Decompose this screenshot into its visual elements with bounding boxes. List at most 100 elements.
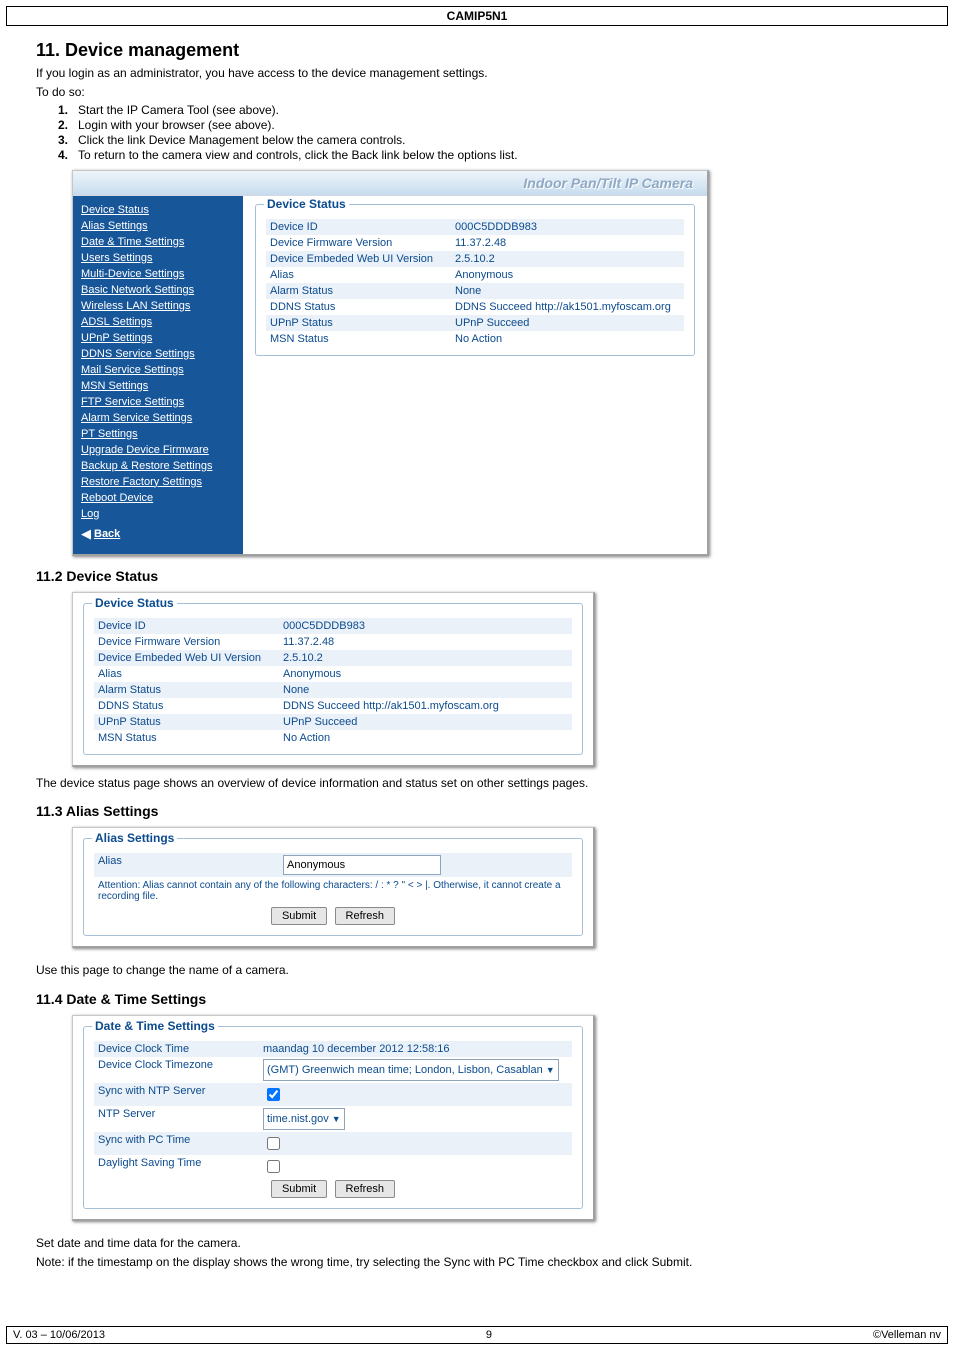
row-key: Device Embeded Web UI Version: [266, 253, 455, 265]
sidebar-item-wireless-lan-settings[interactable]: Wireless LAN Settings: [73, 298, 243, 314]
sidebar-item-date-time-settings[interactable]: Date & Time Settings: [73, 234, 243, 250]
row-key: Alarm Status: [94, 684, 283, 696]
row-value: No Action: [455, 333, 684, 345]
screenshot-device-management: Indoor Pan/Tilt IP Camera Device Status …: [72, 170, 709, 556]
header-model-box: CAMIP5N1: [6, 6, 948, 26]
row-key: Device Firmware Version: [94, 636, 283, 648]
row-key: Device ID: [266, 221, 455, 233]
sidebar-item-mail-service-settings[interactable]: Mail Service Settings: [73, 362, 243, 378]
refresh-button[interactable]: Refresh: [335, 1180, 396, 1198]
submit-button[interactable]: Submit: [271, 907, 327, 925]
step-item: 1.Start the IP Camera Tool (see above).: [58, 103, 918, 117]
header-model: CAMIP5N1: [7, 9, 947, 23]
row-key: Device Embeded Web UI Version: [94, 652, 283, 664]
sync-ntp-checkbox[interactable]: [267, 1088, 280, 1101]
sidebar-item-adsl-settings[interactable]: ADSL Settings: [73, 314, 243, 330]
row-key: MSN Status: [266, 333, 455, 345]
row-value: 000C5DDDB983: [455, 221, 684, 233]
dropdown-value: time.nist.gov: [267, 1113, 329, 1125]
status-row: Alarm StatusNone: [94, 682, 572, 698]
fieldset-legend: Date & Time Settings: [92, 1019, 218, 1033]
step-text: Login with your browser (see above).: [78, 118, 275, 132]
row-key: Alarm Status: [266, 285, 455, 297]
status-row: Device ID000C5DDDB983: [266, 219, 684, 235]
dt-row: NTP Servertime.nist.gov▼: [94, 1106, 572, 1132]
sidebar-item-basic-network-settings[interactable]: Basic Network Settings: [73, 282, 243, 298]
sidebar-item-multi-device-settings[interactable]: Multi-Device Settings: [73, 266, 243, 282]
footer-page-number: 9: [486, 1329, 492, 1341]
step-text: To return to the camera view and control…: [78, 148, 518, 162]
subsection-title-11-2: 11.2 Device Status: [36, 568, 918, 584]
chevron-down-icon: ▼: [332, 1114, 341, 1124]
status-row: Device ID000C5DDDB983: [94, 618, 572, 634]
row-key: UPnP Status: [266, 317, 455, 329]
sidebar-item-reboot-device[interactable]: Reboot Device: [73, 490, 243, 506]
status-row: DDNS StatusDDNS Succeed http://ak1501.my…: [94, 698, 572, 714]
section-title: 11. Device management: [36, 40, 918, 61]
row-value: UPnP Succeed: [455, 317, 684, 329]
sidebar-item-ddns-service-settings[interactable]: DDNS Service Settings: [73, 346, 243, 362]
step-item: 3.Click the link Device Management below…: [58, 133, 918, 147]
step-item: 2.Login with your browser (see above).: [58, 118, 918, 132]
alias-warning: Attention: Alias cannot contain any of t…: [94, 877, 572, 905]
back-arrow-icon: ◀: [81, 526, 91, 542]
row-value: 11.37.2.48: [455, 237, 684, 249]
subsection-title-11-3: 11.3 Alias Settings: [36, 803, 918, 819]
ntp-server-dropdown[interactable]: time.nist.gov▼: [263, 1108, 345, 1130]
row-key: Device Clock Time: [94, 1043, 263, 1055]
row-key: Daylight Saving Time: [94, 1157, 263, 1176]
footer-version: V. 03 – 10/06/2013: [13, 1329, 105, 1341]
dropdown-value: (GMT) Greenwich mean time; London, Lisbo…: [267, 1064, 543, 1076]
date-time-fieldset: Date & Time Settings Device Clock Timema…: [83, 1026, 583, 1209]
row-key: Device ID: [94, 620, 283, 632]
sidebar-item-backup-restore-settings[interactable]: Backup & Restore Settings: [73, 458, 243, 474]
sidebar-item-restore-factory-settings[interactable]: Restore Factory Settings: [73, 474, 243, 490]
daylight-saving-checkbox[interactable]: [267, 1160, 280, 1173]
sidebar-back[interactable]: ◀ Back: [73, 522, 243, 546]
row-value: No Action: [283, 732, 572, 744]
row-key: UPnP Status: [94, 716, 283, 728]
sidebar-item-alarm-service-settings[interactable]: Alarm Service Settings: [73, 410, 243, 426]
sidebar-item-ftp-service-settings[interactable]: FTP Service Settings: [73, 394, 243, 410]
sidebar-item-msn-settings[interactable]: MSN Settings: [73, 378, 243, 394]
row-value: None: [455, 285, 684, 297]
caption-11-4-b: Note: if the timestamp on the display sh…: [36, 1254, 918, 1271]
row-value: None: [283, 684, 572, 696]
sidebar: Device Status Alias Settings Date & Time…: [73, 196, 243, 554]
chevron-down-icon: ▼: [546, 1065, 555, 1075]
device-status-fieldset: Device Status Device ID000C5DDDB983 Devi…: [255, 204, 695, 356]
caption-11-3: Use this page to change the name of a ca…: [36, 962, 918, 979]
row-value: maandag 10 december 2012 12:58:16: [263, 1043, 572, 1055]
sidebar-item-alias-settings[interactable]: Alias Settings: [73, 218, 243, 234]
row-key: Sync with NTP Server: [94, 1085, 263, 1104]
status-row: AliasAnonymous: [94, 666, 572, 682]
row-key: DDNS Status: [94, 700, 283, 712]
row-value: 000C5DDDB983: [283, 620, 572, 632]
dt-row: Device Clock Timezone(GMT) Greenwich mea…: [94, 1057, 572, 1083]
sidebar-item-pt-settings[interactable]: PT Settings: [73, 426, 243, 442]
sync-pc-checkbox[interactable]: [267, 1137, 280, 1150]
status-row: MSN StatusNo Action: [266, 331, 684, 347]
row-value: 2.5.10.2: [455, 253, 684, 265]
row-key: DDNS Status: [266, 301, 455, 313]
dt-row: Sync with PC Time: [94, 1132, 572, 1155]
sidebar-item-upgrade-device-firmware[interactable]: Upgrade Device Firmware: [73, 442, 243, 458]
status-row: UPnP StatusUPnP Succeed: [266, 315, 684, 331]
dt-row: Daylight Saving Time: [94, 1155, 572, 1178]
dt-row: Device Clock Timemaandag 10 december 201…: [94, 1041, 572, 1057]
fieldset-legend: Alias Settings: [92, 831, 177, 845]
row-value: UPnP Succeed: [283, 716, 572, 728]
timezone-dropdown[interactable]: (GMT) Greenwich mean time; London, Lisbo…: [263, 1059, 559, 1081]
sidebar-item-device-status[interactable]: Device Status: [73, 202, 243, 218]
step-text: Click the link Device Management below t…: [78, 133, 405, 147]
refresh-button[interactable]: Refresh: [335, 907, 396, 925]
alias-input[interactable]: [283, 855, 441, 875]
sidebar-item-log[interactable]: Log: [73, 506, 243, 522]
row-value: Anonymous: [283, 668, 572, 680]
submit-button[interactable]: Submit: [271, 1180, 327, 1198]
sidebar-item-users-settings[interactable]: Users Settings: [73, 250, 243, 266]
sidebar-item-upnp-settings[interactable]: UPnP Settings: [73, 330, 243, 346]
row-value: Anonymous: [455, 269, 684, 281]
intro-line-1: If you login as an administrator, you ha…: [36, 65, 918, 82]
row-key: Alias: [266, 269, 455, 281]
